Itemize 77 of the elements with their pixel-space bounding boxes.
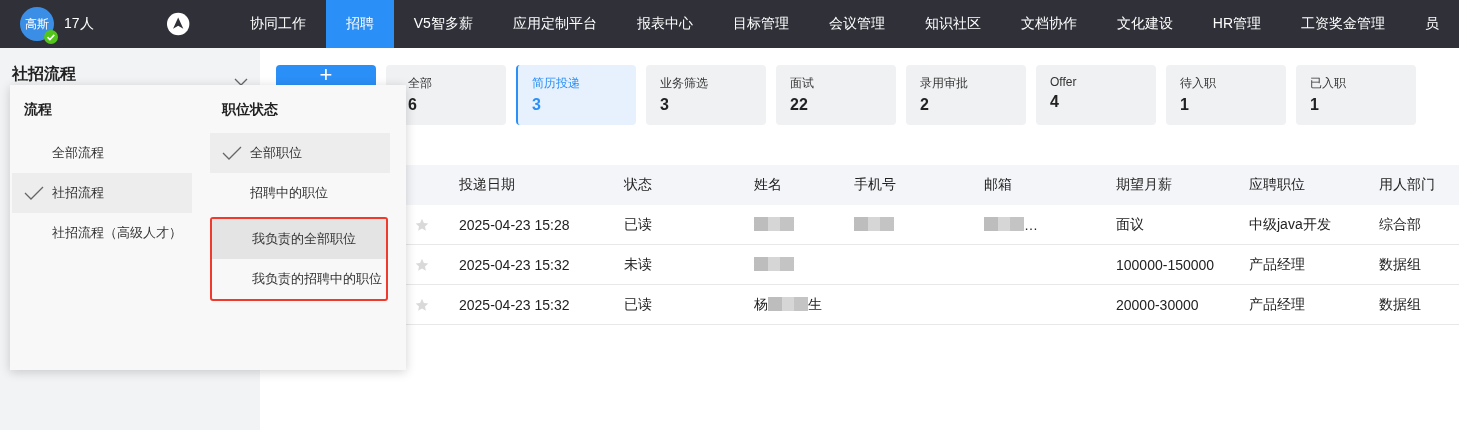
stage-card[interactable]: 已入职 1 <box>1296 65 1416 125</box>
column-header: 姓名 <box>753 176 783 194</box>
dropdown-option[interactable]: 社招流程 <box>12 173 192 213</box>
stage-card[interactable]: 业务筛选 3 <box>646 65 766 125</box>
table-cell-text: 已读 <box>623 215 653 234</box>
table-cell: … <box>1024 216 1038 233</box>
star-icon[interactable] <box>415 257 429 272</box>
stage-count: 1 <box>1180 96 1190 114</box>
column-header: 手机号 <box>853 176 897 194</box>
column-heading: 职位状态 <box>220 100 279 119</box>
table-cell-text: 产品经理 <box>1248 295 1306 314</box>
column-header: 用人部门 <box>1378 176 1436 194</box>
stage-count: 2 <box>920 96 930 114</box>
table-cell-text: 产品经理 <box>1248 255 1306 274</box>
stage-count: 3 <box>660 96 670 114</box>
dropdown-option[interactable]: 社招流程（高级人才） <box>12 213 192 253</box>
column-header: 状态 <box>623 176 653 194</box>
table-cell-text: 面议 <box>1115 215 1145 234</box>
nav-tab[interactable]: 报表中心 <box>616 0 713 48</box>
stage-label: 待入职 <box>1180 75 1217 92</box>
member-count: 17人 <box>64 15 94 33</box>
dropdown-option[interactable]: 我负责的全部职位 <box>212 219 386 259</box>
column-header: 应聘职位 <box>1248 176 1306 194</box>
column-header: 邮箱 <box>983 176 1013 194</box>
stage-card[interactable]: 待入职 1 <box>1166 65 1286 125</box>
table-cell-text: 数据组 <box>1378 295 1422 314</box>
stage-card[interactable]: 面试 22 <box>776 65 896 125</box>
table-cell-text: 已读 <box>623 295 653 314</box>
nav-tab[interactable]: 员 <box>1405 0 1459 48</box>
sidebar-title: 社招流程 <box>12 64 76 84</box>
stage-count: 4 <box>1050 93 1060 111</box>
stage-label: 面试 <box>790 75 815 92</box>
dropdown-option[interactable]: 我负责的招聘中的职位 <box>212 259 386 299</box>
nav-tab[interactable]: 目标管理 <box>712 0 809 48</box>
stage-count: 3 <box>532 96 542 114</box>
check-icon <box>222 146 242 160</box>
nav-tab[interactable]: 工资奖金管理 <box>1281 0 1405 48</box>
dropdown-option[interactable]: 全部流程 <box>12 133 192 173</box>
column-header: 投递日期 <box>458 176 516 194</box>
stage-label: 全部 <box>408 75 433 92</box>
nav-tab[interactable]: 文档协作 <box>1000 0 1097 48</box>
star-icon[interactable] <box>415 217 429 232</box>
dropdown-option[interactable]: 全部职位 <box>210 133 390 173</box>
table-cell-text: 中级java开发 <box>1248 215 1332 234</box>
table-cell-text: 未读 <box>623 255 653 274</box>
star-icon[interactable] <box>415 297 429 312</box>
stage-label: Offer <box>1050 75 1078 89</box>
table-cell-text: 数据组 <box>1378 255 1422 274</box>
table-cell-text: 2025-04-23 15:28 <box>458 216 571 233</box>
stage-label: 业务筛选 <box>660 75 709 92</box>
stage-label: 已入职 <box>1310 75 1347 92</box>
table-cell-text: 100000-150000 <box>1115 256 1216 273</box>
nav-tab[interactable]: 应用定制平台 <box>492 0 617 48</box>
stage-label: 录用审批 <box>920 75 969 92</box>
nav-tab[interactable]: 文化建设 <box>1096 0 1193 48</box>
nav-tab[interactable]: V5智多薪 <box>393 0 493 48</box>
stage-card[interactable]: 录用审批 2 <box>906 65 1026 125</box>
stage-label: 简历投递 <box>532 75 581 92</box>
stage-count: 1 <box>1310 96 1320 114</box>
table-cell-text: 2025-04-23 15:32 <box>458 256 571 273</box>
dropdown-option[interactable]: 招聘中的职位 <box>210 173 390 213</box>
table-cell-text: 2025-04-23 15:32 <box>458 296 571 313</box>
column-heading: 流程 <box>23 100 53 119</box>
table-cell: 杨 <box>754 295 768 314</box>
logo-icon <box>167 12 190 36</box>
stage-count: 6 <box>408 96 418 114</box>
table-cell-text: 20000-30000 <box>1115 296 1200 313</box>
nav-tab[interactable]: 知识社区 <box>904 0 1001 48</box>
table-cell: 生 <box>808 295 822 314</box>
column-header: 期望月薪 <box>1115 176 1173 194</box>
stage-count: 22 <box>790 96 809 114</box>
table-cell-text: 综合部 <box>1378 215 1422 234</box>
nav-tab[interactable]: 会议管理 <box>808 0 905 48</box>
nav-tab[interactable]: HR管理 <box>1192 0 1281 48</box>
nav-tab[interactable]: 协同工作 <box>229 0 326 48</box>
check-icon <box>24 186 44 200</box>
stage-card[interactable]: Offer 4 <box>1036 65 1156 125</box>
